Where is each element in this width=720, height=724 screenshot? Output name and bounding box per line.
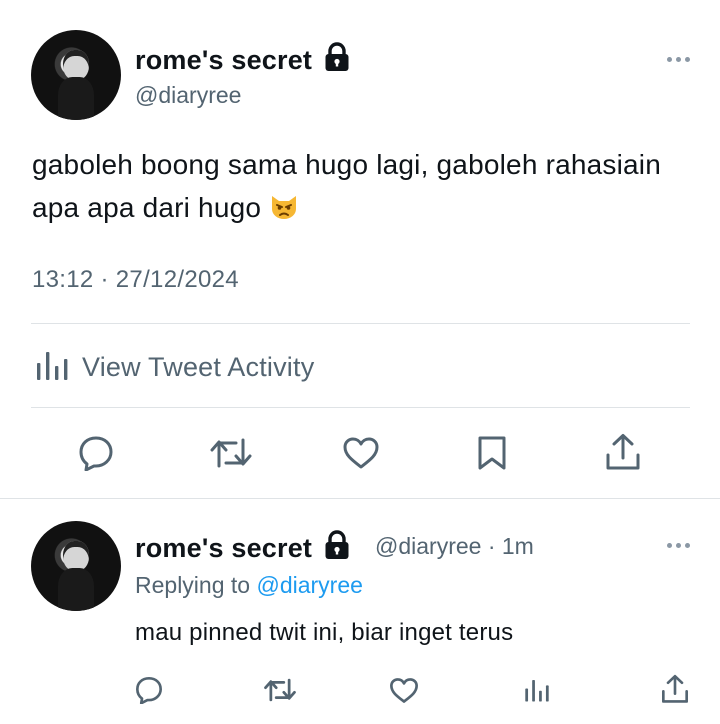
reply-handle[interactable]: @diaryree xyxy=(375,533,481,559)
lock-icon xyxy=(324,42,350,79)
more-options-icon[interactable] xyxy=(667,57,690,62)
analytics-icon xyxy=(34,348,68,387)
reply-icon[interactable] xyxy=(132,674,166,706)
divider xyxy=(31,323,690,324)
like-icon[interactable] xyxy=(387,674,421,706)
replying-to: Replying to @diaryree xyxy=(135,572,363,599)
more-options-icon[interactable] xyxy=(667,543,690,548)
retweet-icon[interactable] xyxy=(206,433,256,473)
tweet-body: gaboleh boong sama hugo lagi, gaboleh ra… xyxy=(32,149,661,223)
author-handle[interactable]: @diaryree xyxy=(135,82,241,109)
bookmark-icon[interactable] xyxy=(470,433,514,473)
lock-icon xyxy=(324,530,350,567)
divider xyxy=(31,407,690,408)
share-icon[interactable] xyxy=(601,430,645,474)
tweet-text: gaboleh boong sama hugo lagi, gaboleh ra… xyxy=(32,143,672,229)
share-icon[interactable] xyxy=(658,672,692,706)
view-tweet-activity-label: View Tweet Activity xyxy=(82,352,315,382)
reply-icon[interactable] xyxy=(74,433,118,473)
like-icon[interactable] xyxy=(339,433,383,473)
reply-text: mau pinned twit ini, biar inget terus xyxy=(135,619,514,646)
author-name-text: rome's secret xyxy=(135,45,313,75)
avatar[interactable] xyxy=(31,30,121,120)
replying-to-mention[interactable]: @diaryree xyxy=(256,572,362,598)
reply-avatar[interactable] xyxy=(31,521,121,611)
retweet-icon[interactable] xyxy=(261,674,299,706)
tweet-separator xyxy=(0,498,720,499)
analytics-icon[interactable] xyxy=(519,674,553,706)
view-tweet-activity-button[interactable]: View Tweet Activity xyxy=(34,348,314,387)
replying-to-prefix: Replying to xyxy=(135,572,251,598)
pouting-cat-emoji xyxy=(269,190,299,220)
tweet-timestamp[interactable]: 13:12 · 27/12/2024 xyxy=(32,266,239,294)
reply-time[interactable]: · 1m xyxy=(488,533,534,559)
author-name[interactable]: rome's secret xyxy=(135,42,350,79)
reply-author-name-text: rome's secret xyxy=(135,533,313,563)
reply-meta: @diaryree · 1m xyxy=(375,533,534,560)
reply-author-name[interactable]: rome's secret xyxy=(135,530,350,567)
